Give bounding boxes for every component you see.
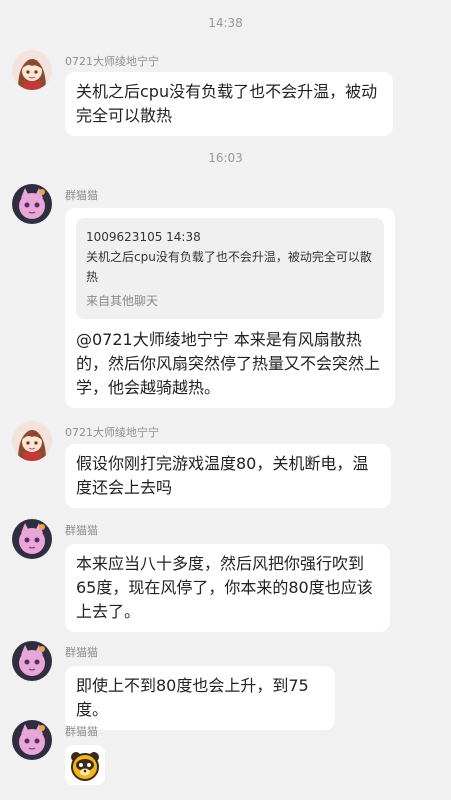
quote-header: 1009623105 14:38: [86, 230, 201, 244]
sender-name: 群猫猫: [65, 646, 98, 659]
message-bubble[interactable]: 本来应当八十多度，然后风把你强行吹到65度，现在风停了，你本来的80度也应该上去…: [65, 544, 390, 632]
sender-name: 群猫猫: [65, 189, 98, 202]
sender-name: 群猫猫: [65, 725, 98, 738]
message-bubble[interactable]: 假设你刚打完游戏温度80，关机断电，温度还会上去吗: [65, 444, 391, 508]
message-text: 关机之后cpu没有负载了也不会升温，被动完全可以散热: [76, 82, 378, 125]
cat-avatar-icon: [12, 720, 52, 760]
avatar[interactable]: [12, 641, 52, 681]
anime-girl-avatar-icon: [12, 50, 52, 90]
message-text: 本来应当八十多度，然后风把你强行吹到65度，现在风停了，你本来的80度也应该上去…: [76, 554, 373, 621]
sender-name: 0721大师绫地宁宁: [65, 426, 159, 439]
cat-avatar-icon: [12, 184, 52, 224]
message-text: 假设你刚打完游戏温度80，关机断电，温度还会上去吗: [76, 454, 369, 497]
anime-girl-avatar-icon: [12, 421, 52, 461]
avatar[interactable]: [12, 50, 52, 90]
avatar[interactable]: [12, 519, 52, 559]
message-text: @0721大师绫地宁宁 本来是有风扇散热的，然后你风扇突然停了热量又不会突然上学…: [76, 330, 381, 397]
message-bubble[interactable]: 1009623105 14:38 关机之后cpu没有负载了也不会升温，被动完全可…: [65, 208, 395, 408]
sender-name: 0721大师绫地宁宁: [65, 55, 159, 68]
chat-window: 14:38 0721大师绫地宁宁 关机之后cpu没有负载了也不会升温，被动完全可…: [0, 0, 451, 800]
emoji-bubble[interactable]: [65, 745, 105, 785]
avatar[interactable]: [12, 720, 52, 760]
quote-text: 关机之后cpu没有负载了也不会升温，被动完全可以散热: [86, 250, 372, 284]
message-bubble[interactable]: 即使上不到80度也会上升，到75度。: [65, 666, 335, 730]
cat-avatar-icon: [12, 641, 52, 681]
yellow-bear-emoji-icon: [71, 752, 99, 781]
quoted-message[interactable]: 1009623105 14:38 关机之后cpu没有负载了也不会升温，被动完全可…: [76, 218, 384, 319]
quote-source: 来自其他聊天: [86, 294, 159, 308]
timestamp: 16:03: [208, 151, 243, 165]
avatar[interactable]: [12, 421, 52, 461]
avatar[interactable]: [12, 184, 52, 224]
timestamp: 14:38: [208, 16, 243, 30]
sender-name: 群猫猫: [65, 524, 98, 537]
message-bubble[interactable]: 关机之后cpu没有负载了也不会升温，被动完全可以散热: [65, 72, 393, 136]
cat-avatar-icon: [12, 519, 52, 559]
message-text: 即使上不到80度也会上升，到75度。: [76, 676, 309, 719]
